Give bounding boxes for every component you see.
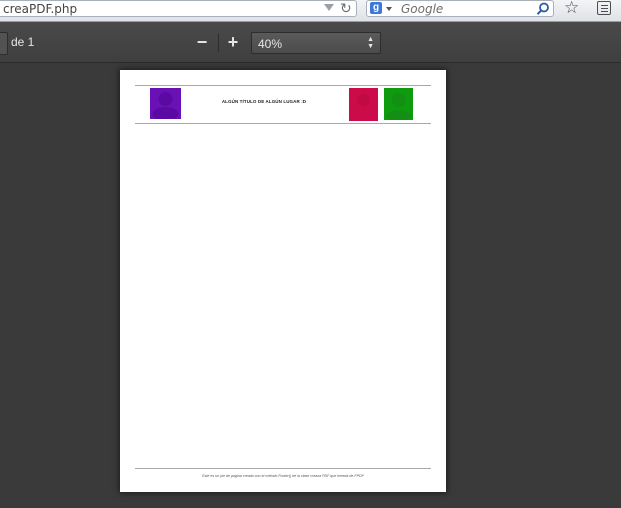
header-bottom-rule bbox=[135, 123, 431, 124]
page-count-label: de 1 bbox=[11, 35, 35, 49]
zoom-in-button[interactable]: + bbox=[222, 32, 244, 54]
search-engine-dropdown-icon[interactable] bbox=[386, 7, 392, 11]
header-title: ALGÚN TÍTULO DE ALGÚN LUGAR :D bbox=[221, 99, 307, 104]
page-number-input[interactable] bbox=[0, 32, 8, 55]
logo-middle-head bbox=[357, 94, 370, 106]
url-history-dropdown-icon[interactable] bbox=[324, 4, 334, 11]
header-logo-middle bbox=[349, 88, 378, 121]
zoom-out-button[interactable]: − bbox=[191, 32, 213, 54]
logo-left-head bbox=[158, 92, 173, 106]
zoom-select[interactable]: 40% ▲ ▼ bbox=[251, 32, 381, 54]
footer-rule bbox=[135, 468, 431, 469]
reload-icon[interactable]: ↻ bbox=[340, 0, 352, 17]
zoom-value: 40% bbox=[258, 37, 283, 51]
search-placeholder[interactable]: Google bbox=[401, 1, 443, 17]
pdf-page: ALGÚN TÍTULO DE ALGÚN LUGAR :D Este es u… bbox=[120, 70, 446, 492]
logo-right-head bbox=[391, 93, 406, 107]
url-bar[interactable]: creaPDF.php ↻ bbox=[0, 0, 357, 17]
bookmarks-list-icon[interactable] bbox=[597, 1, 611, 15]
header-top-rule bbox=[135, 85, 431, 86]
header-logo-right bbox=[384, 88, 413, 122]
toolbar-separator bbox=[218, 34, 219, 52]
search-icon[interactable] bbox=[535, 1, 551, 17]
pdf-toolbar: de 1 − + 40% ▲ ▼ bbox=[0, 22, 621, 63]
footer-text: Este es un pie de pagina creado con el m… bbox=[202, 474, 364, 478]
bookmark-star-icon[interactable]: ☆ bbox=[564, 0, 579, 18]
select-arrows-icon: ▲ ▼ bbox=[367, 36, 374, 50]
browser-navbar: creaPDF.php ↻ g Google ☆ bbox=[0, 0, 621, 22]
url-text[interactable]: creaPDF.php bbox=[3, 1, 77, 17]
search-bar[interactable]: g Google bbox=[366, 0, 554, 17]
header-logo-left bbox=[150, 88, 181, 121]
google-g-icon[interactable]: g bbox=[370, 2, 382, 14]
